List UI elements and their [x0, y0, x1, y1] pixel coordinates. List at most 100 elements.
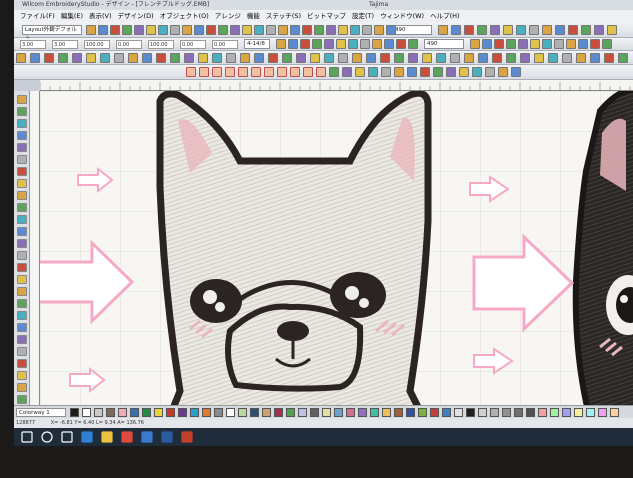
stitch-type-icon[interactable]	[303, 67, 313, 77]
color-swatch[interactable]	[166, 408, 175, 417]
toolbar-icon[interactable]	[542, 39, 552, 49]
height-field[interactable]: 490	[424, 39, 464, 49]
toolbox-tool[interactable]	[17, 311, 27, 320]
stitch-type-icon[interactable]	[485, 67, 495, 77]
toolbar-icon[interactable]	[184, 53, 194, 63]
toolbar-icon[interactable]	[72, 53, 82, 63]
toolbar-icon[interactable]	[300, 39, 310, 49]
search-icon[interactable]	[41, 431, 53, 443]
toolbar-icon[interactable]	[506, 39, 516, 49]
toolbar-icon[interactable]	[386, 25, 396, 35]
toolbar-icon[interactable]	[254, 25, 264, 35]
transform-field[interactable]: 3.00	[52, 40, 78, 49]
toolbar-icon[interactable]	[86, 53, 96, 63]
stitch-type-icon[interactable]	[433, 67, 443, 77]
color-swatch[interactable]	[550, 408, 559, 417]
chrome-icon[interactable]	[121, 431, 133, 443]
stitch-type-icon[interactable]	[329, 67, 339, 77]
toolbar-icon[interactable]	[464, 53, 474, 63]
toolbox-tool[interactable]	[17, 275, 27, 284]
toolbar-icon[interactable]	[366, 53, 376, 63]
toolbar-icon[interactable]	[312, 39, 322, 49]
color-swatch[interactable]	[190, 408, 199, 417]
toolbar-icon[interactable]	[529, 25, 539, 35]
menu-arrange[interactable]: アレンジ	[215, 12, 241, 20]
toolbar-icon[interactable]	[590, 39, 600, 49]
toolbox-tool[interactable]	[17, 215, 27, 224]
toolbar-icon[interactable]	[302, 25, 312, 35]
toolbox-tool[interactable]	[17, 395, 27, 404]
toolbox-tool[interactable]	[17, 203, 27, 212]
color-swatch[interactable]	[514, 408, 523, 417]
toolbar-icon[interactable]	[520, 53, 530, 63]
menu-design[interactable]: デザイン(D)	[118, 12, 154, 20]
toolbar-icon[interactable]	[206, 25, 216, 35]
color-swatch[interactable]	[310, 408, 319, 417]
toolbar-icon[interactable]	[555, 25, 565, 35]
color-swatch[interactable]	[490, 408, 499, 417]
color-swatch[interactable]	[430, 408, 439, 417]
toolbox-tool[interactable]	[17, 155, 27, 164]
color-swatch[interactable]	[142, 408, 151, 417]
toolbar-icon[interactable]	[268, 53, 278, 63]
color-swatch[interactable]	[70, 408, 79, 417]
color-swatch[interactable]	[502, 408, 511, 417]
color-swatch[interactable]	[538, 408, 547, 417]
color-swatch[interactable]	[370, 408, 379, 417]
toolbar-icon[interactable]	[314, 25, 324, 35]
toolbar-icon[interactable]	[324, 39, 334, 49]
toolbar-icon[interactable]	[396, 39, 406, 49]
toolbox-tool[interactable]	[17, 359, 27, 368]
toolbar-icon[interactable]	[581, 25, 591, 35]
toolbar-icon[interactable]	[618, 53, 628, 63]
toolbar-icon[interactable]	[30, 53, 40, 63]
toolbar-icon[interactable]	[503, 25, 513, 35]
menu-help[interactable]: ヘルプ(H)	[430, 12, 459, 20]
toolbar-icon[interactable]	[326, 25, 336, 35]
toolbar-icon[interactable]	[477, 25, 487, 35]
toolbar-icon[interactable]	[338, 25, 348, 35]
toolbar-icon[interactable]	[100, 53, 110, 63]
menu-settings[interactable]: 設定(T)	[352, 12, 374, 20]
toolbar-icon[interactable]	[266, 25, 276, 35]
transform-field[interactable]: 0.00	[180, 40, 206, 49]
toolbar-icon[interactable]	[362, 25, 372, 35]
toolbar-icon[interactable]	[352, 53, 362, 63]
toolbar-icon[interactable]	[578, 39, 588, 49]
stitch-type-icon[interactable]	[511, 67, 521, 77]
stitch-type-icon[interactable]	[355, 67, 365, 77]
transform-field[interactable]: 0.00	[212, 40, 238, 49]
toolbar-icon[interactable]	[348, 39, 358, 49]
menu-edit[interactable]: 編集(E)	[61, 12, 83, 20]
color-swatch[interactable]	[586, 408, 595, 417]
menu-file[interactable]: ファイル(F)	[20, 12, 55, 20]
toolbar-icon[interactable]	[482, 39, 492, 49]
toolbar-icon[interactable]	[422, 53, 432, 63]
color-swatch[interactable]	[250, 408, 259, 417]
toolbox-tool[interactable]	[17, 371, 27, 380]
toolbar-icon[interactable]	[114, 53, 124, 63]
toolbar-icon[interactable]	[436, 53, 446, 63]
toolbox-tool[interactable]	[17, 347, 27, 356]
toolbar-icon[interactable]	[380, 53, 390, 63]
toolbar-icon[interactable]	[278, 25, 288, 35]
color-swatch[interactable]	[598, 408, 607, 417]
toolbar-icon[interactable]	[310, 53, 320, 63]
toolbar-icon[interactable]	[451, 25, 461, 35]
color-swatch[interactable]	[82, 408, 91, 417]
store-icon[interactable]	[141, 431, 153, 443]
wilcom2-icon[interactable]	[181, 431, 193, 443]
menu-bitmap[interactable]: ビットマップ	[307, 12, 346, 20]
color-swatch[interactable]	[346, 408, 355, 417]
toolbar-icon[interactable]	[506, 53, 516, 63]
toolbar-icon[interactable]	[384, 39, 394, 49]
stitch-type-icon[interactable]	[316, 67, 326, 77]
explorer-icon[interactable]	[101, 431, 113, 443]
menu-view[interactable]: 表示(V)	[89, 12, 112, 20]
stitch-type-icon[interactable]	[225, 67, 235, 77]
toolbar-icon[interactable]	[254, 53, 264, 63]
toolbar-icon[interactable]	[242, 25, 252, 35]
toolbar-icon[interactable]	[324, 53, 334, 63]
toolbar-icon[interactable]	[134, 25, 144, 35]
toolbar-icon[interactable]	[542, 25, 552, 35]
